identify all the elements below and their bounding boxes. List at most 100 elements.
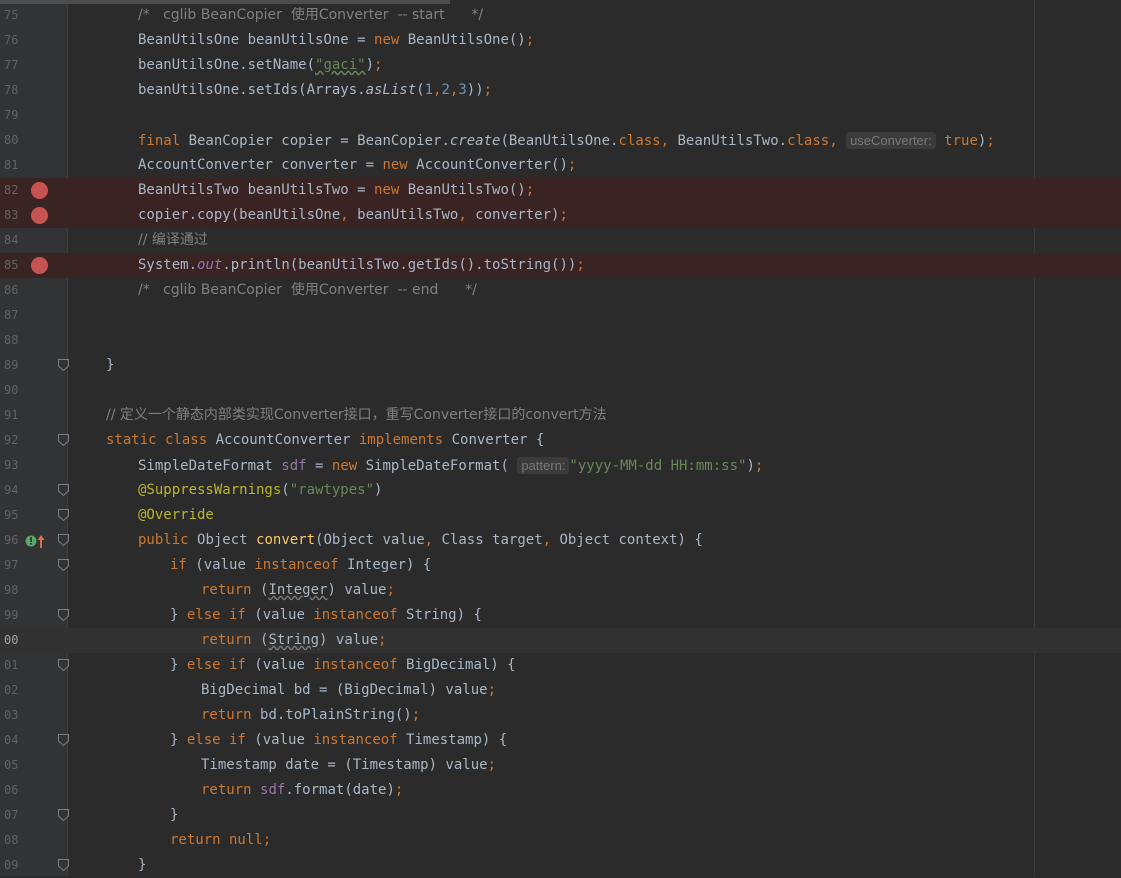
code-token: copier.copy(beanUtilsOne <box>138 207 341 223</box>
line-number[interactable]: 92 <box>0 428 24 453</box>
line-number[interactable]: 77 <box>0 53 24 78</box>
line-number[interactable]: 79 <box>0 103 24 128</box>
line-number[interactable]: 76 <box>0 28 24 53</box>
fold-marker-icon[interactable] <box>58 559 69 571</box>
line-number[interactable]: 95 <box>0 503 24 528</box>
code-line[interactable]: 83 copier.copy(beanUtilsOne, beanUtilsTwo… <box>0 203 1121 228</box>
line-number[interactable]: 05 <box>0 753 24 778</box>
code-line[interactable]: 90 <box>0 378 1121 403</box>
code-line[interactable]: 09} <box>0 853 1121 878</box>
line-number[interactable]: 83 <box>0 203 24 228</box>
code-line[interactable]: 95 @Override <box>0 503 1121 528</box>
code-line[interactable]: 04} else if (value instanceof Timestamp)… <box>0 728 1121 753</box>
code-line[interactable]: 82 BeanUtilsTwo beanUtilsTwo = new BeanUt… <box>0 178 1121 203</box>
code-line[interactable]: 89} <box>0 353 1121 378</box>
code-token: 3 <box>458 82 467 98</box>
breakpoint-icon[interactable] <box>31 182 48 199</box>
line-number[interactable]: 88 <box>0 328 24 353</box>
code-line[interactable]: 81 AccountConverter converter = new Accou… <box>0 153 1121 178</box>
line-number[interactable]: 84 <box>0 228 24 253</box>
code-token: ( <box>416 82 425 98</box>
line-number[interactable]: 81 <box>0 153 24 178</box>
line-number[interactable]: 09 <box>0 853 24 878</box>
breakpoint-icon[interactable] <box>31 257 48 274</box>
code-text: return bd.toPlainString(); <box>201 703 420 728</box>
breakpoint-icon[interactable] <box>31 207 48 224</box>
code-line[interactable]: 85 System.out.println(beanUtilsTwo.getIds… <box>0 253 1121 278</box>
line-number[interactable]: 03 <box>0 703 24 728</box>
code-line[interactable]: 98 return (Integer) value; <box>0 578 1121 603</box>
code-line[interactable]: 87 <box>0 303 1121 328</box>
line-number[interactable]: 75 <box>0 3 24 28</box>
code-token: ; <box>487 757 497 773</box>
code-line[interactable]: 05 Timestamp date = (Timestamp) value; <box>0 753 1121 778</box>
line-number[interactable]: 89 <box>0 353 24 378</box>
line-number[interactable]: 02 <box>0 678 24 703</box>
code-line[interactable]: 97 if (value instanceof Integer) { <box>0 553 1121 578</box>
fold-marker-icon[interactable] <box>58 484 69 496</box>
code-line[interactable]: 94 @SuppressWarnings("rawtypes") <box>0 478 1121 503</box>
code-token: sdf <box>260 782 286 798</box>
code-token: AccountConverter() <box>416 157 568 173</box>
code-token: Timestamp) { <box>406 732 508 748</box>
code-line[interactable]: 77 beanUtilsOne.setName("gaci"); <box>0 53 1121 78</box>
line-number[interactable]: 97 <box>0 553 24 578</box>
code-token: // 定义一个静态内部类实现Converter接口，重写Converter接口的… <box>106 407 607 423</box>
line-number[interactable]: 91 <box>0 403 24 428</box>
code-line[interactable]: 01} else if (value instanceof BigDecimal… <box>0 653 1121 678</box>
fold-marker-icon[interactable] <box>58 534 69 546</box>
implements-method-icon[interactable] <box>25 533 47 549</box>
line-number[interactable]: 98 <box>0 578 24 603</box>
code-token: SimpleDateFormat( <box>365 458 518 474</box>
code-line[interactable]: 78 beanUtilsOne.setIds(Arrays.asList(1,2,… <box>0 78 1121 103</box>
line-number[interactable]: 94 <box>0 478 24 503</box>
line-number[interactable]: 86 <box>0 278 24 303</box>
line-number[interactable]: 99 <box>0 603 24 628</box>
code-line[interactable]: 00 return (String) value; <box>0 628 1121 653</box>
code-token: create <box>449 133 501 149</box>
line-number[interactable]: 82 <box>0 178 24 203</box>
code-line[interactable]: 75 /* cglib BeanCopier 使用Converter -- sta… <box>0 3 1121 28</box>
code-line[interactable]: 86 /* cglib BeanCopier 使用Converter -- end… <box>0 278 1121 303</box>
line-number[interactable]: 85 <box>0 253 24 278</box>
line-number[interactable]: 01 <box>0 653 24 678</box>
line-number[interactable]: 80 <box>0 128 24 153</box>
code-line[interactable]: 07} <box>0 803 1121 828</box>
code-editor[interactable]: 75 /* cglib BeanCopier 使用Converter -- sta… <box>0 0 1121 876</box>
line-number[interactable]: 96 <box>0 528 24 553</box>
code-line[interactable]: 92 static class AccountConverter implemen… <box>0 428 1121 453</box>
code-line[interactable]: 06 return sdf.format(date); <box>0 778 1121 803</box>
code-token: return <box>201 632 261 648</box>
code-line[interactable]: 08 return null; <box>0 828 1121 853</box>
fold-marker-icon[interactable] <box>58 434 69 446</box>
code-line[interactable]: 88 <box>0 328 1121 353</box>
fold-marker-icon[interactable] <box>58 359 69 371</box>
code-token: ; <box>394 782 404 798</box>
code-line[interactable]: 76 BeanUtilsOne beanUtilsOne = new BeanUt… <box>0 28 1121 53</box>
code-line[interactable]: 79 <box>0 103 1121 128</box>
line-number[interactable]: 90 <box>0 378 24 403</box>
code-line[interactable]: 96 public Object convert(Object value, Cl… <box>0 528 1121 553</box>
code-line[interactable]: 91 // 定义一个静态内部类实现Converter接口，重写Converter接… <box>0 403 1121 428</box>
code-line[interactable]: 99} else if (value instanceof String) { <box>0 603 1121 628</box>
code-line[interactable]: 93 SimpleDateFormat sdf = new SimpleDateF… <box>0 453 1121 478</box>
code-line[interactable]: 80 final BeanCopier copier = BeanCopier.c… <box>0 128 1121 153</box>
line-number[interactable]: 08 <box>0 828 24 853</box>
fold-marker-icon[interactable] <box>58 609 69 621</box>
code-line[interactable]: 02 BigDecimal bd = (BigDecimal) value; <box>0 678 1121 703</box>
fold-marker-icon[interactable] <box>58 509 69 521</box>
line-number[interactable]: 78 <box>0 78 24 103</box>
fold-marker-icon[interactable] <box>58 859 69 871</box>
fold-marker-icon[interactable] <box>58 809 69 821</box>
fold-marker-icon[interactable] <box>58 659 69 671</box>
code-line[interactable]: 84 // 编译通过 <box>0 228 1121 253</box>
code-token: (value <box>254 732 314 748</box>
line-number[interactable]: 07 <box>0 803 24 828</box>
fold-marker-icon[interactable] <box>58 734 69 746</box>
line-number[interactable]: 06 <box>0 778 24 803</box>
code-line[interactable]: 03 return bd.toPlainString(); <box>0 703 1121 728</box>
line-number[interactable]: 04 <box>0 728 24 753</box>
line-number[interactable]: 87 <box>0 303 24 328</box>
line-number[interactable]: 00 <box>0 628 24 653</box>
line-number[interactable]: 93 <box>0 453 24 478</box>
